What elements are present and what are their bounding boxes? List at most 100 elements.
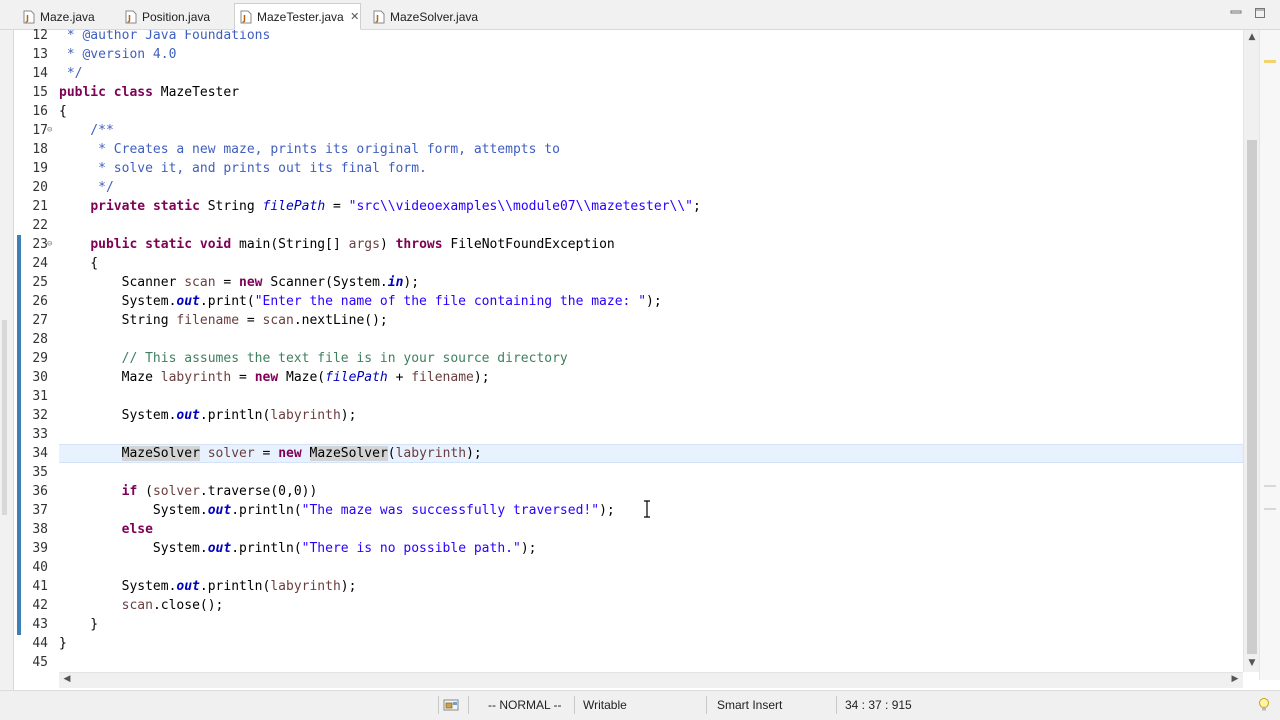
status-bar: -- NORMAL -- Writable Smart Insert 34 : …: [0, 690, 1280, 720]
maximize-icon[interactable]: [1254, 7, 1266, 22]
status-separator: [836, 696, 837, 714]
line-number: 31: [32, 389, 48, 404]
line-number: 12: [32, 28, 48, 43]
insert-mode-status[interactable]: Smart Insert: [717, 691, 782, 719]
java-file-icon: J: [124, 10, 138, 24]
tab-label: MazeTester.java: [257, 9, 344, 24]
line-number: 18: [32, 142, 48, 157]
line-number: 21: [32, 199, 48, 214]
overview-annotation[interactable]: [1264, 508, 1276, 510]
writable-status: Writable: [583, 698, 627, 712]
code-line[interactable]: public class MazeTester: [59, 83, 239, 102]
tab-label: Position.java: [142, 9, 211, 24]
vertical-scrollbar[interactable]: ▲ ▼: [1243, 30, 1259, 672]
overview-annotation[interactable]: [1264, 485, 1276, 487]
tab-mazesolver-java[interactable]: J MazeSolver.java: [368, 4, 478, 29]
line-number: 42: [32, 598, 48, 613]
line-number: 38: [32, 522, 48, 537]
code-line[interactable]: /**: [59, 121, 114, 140]
line-number: 19: [32, 161, 48, 176]
line-number: 30: [32, 370, 48, 385]
code-line[interactable]: System.out.println(labyrinth);: [59, 406, 357, 425]
code-line[interactable]: MazeSolver solver = new MazeSolver(labyr…: [59, 444, 482, 463]
status-separator: [468, 696, 469, 714]
line-number: 15: [32, 85, 48, 100]
code-line[interactable]: */: [59, 178, 114, 197]
java-file-icon: J: [22, 10, 36, 24]
line-number: 34: [32, 446, 48, 461]
code-line[interactable]: scan.close();: [59, 596, 224, 615]
fold-collapse-icon[interactable]: ⊖: [47, 239, 52, 249]
editor-tab-bar: J Maze.java J Position.java J MazeTester…: [0, 0, 1280, 30]
tab-label: MazeSolver.java: [390, 9, 479, 24]
code-line[interactable]: private static String filePath = "src\\v…: [59, 197, 701, 216]
code-line[interactable]: * @author Java Foundations: [59, 30, 271, 45]
code-line[interactable]: if (solver.traverse(0,0)): [59, 482, 318, 501]
line-number: 25: [32, 275, 48, 290]
horizontal-scrollbar[interactable]: ◀ ▶: [59, 672, 1243, 688]
code-line[interactable]: * solve it, and prints out its final for…: [59, 159, 427, 178]
code-editor[interactable]: * @author Java Foundations * @version 4.…: [59, 30, 1243, 680]
side-panel-strip: [0, 30, 14, 690]
code-line[interactable]: {: [59, 102, 67, 121]
code-line[interactable]: String filename = scan.nextLine();: [59, 311, 388, 330]
code-line[interactable]: System.out.println("The maze was success…: [59, 501, 615, 520]
line-number: 37: [32, 503, 48, 518]
line-number: 40: [32, 560, 48, 575]
code-line[interactable]: else: [59, 520, 153, 539]
code-line[interactable]: public static void main(String[] args) t…: [59, 235, 614, 254]
line-number: 22: [32, 218, 48, 233]
code-line[interactable]: }: [59, 634, 67, 653]
code-line[interactable]: System.out.println(labyrinth);: [59, 577, 357, 596]
svg-text:J: J: [127, 14, 131, 23]
line-number: 36: [32, 484, 48, 499]
tab-position-java[interactable]: J Position.java: [120, 4, 210, 29]
scroll-down-icon[interactable]: ▼: [1244, 658, 1260, 668]
line-number: 32: [32, 408, 48, 423]
line-number: 20: [32, 180, 48, 195]
status-separator: [438, 696, 439, 714]
code-line[interactable]: Maze labyrinth = new Maze(filePath + fil…: [59, 368, 490, 387]
scroll-right-icon[interactable]: ▶: [1227, 674, 1243, 684]
cursor-position[interactable]: 34 : 37 : 915: [845, 691, 912, 719]
code-line[interactable]: }: [59, 615, 98, 634]
text-cursor-icon: [643, 500, 651, 518]
java-file-icon: J: [372, 10, 386, 24]
close-icon[interactable]: ✕: [350, 10, 360, 23]
line-number: 45: [32, 655, 48, 670]
scroll-left-icon[interactable]: ◀: [59, 674, 75, 684]
code-line[interactable]: // This assumes the text file is in your…: [59, 349, 568, 368]
tab-mazetester-java[interactable]: J MazeTester.java ✕: [234, 3, 361, 30]
scroll-up-icon[interactable]: ▲: [1244, 32, 1260, 42]
code-line[interactable]: * @version 4.0: [59, 45, 177, 64]
line-number: 26: [32, 294, 48, 309]
code-line[interactable]: */: [59, 64, 83, 83]
code-line[interactable]: System.out.println("There is no possible…: [59, 539, 537, 558]
line-number: 17: [32, 123, 48, 138]
code-line[interactable]: * Creates a new maze, prints its origina…: [59, 140, 560, 159]
line-number: 29: [32, 351, 48, 366]
readonly-lock-icon[interactable]: [443, 691, 461, 719]
line-number: 35: [32, 465, 48, 480]
line-number: 24: [32, 256, 48, 271]
status-separator: [706, 696, 707, 714]
line-number: 23: [32, 237, 48, 252]
svg-text:J: J: [242, 14, 246, 23]
code-line[interactable]: Scanner scan = new Scanner(System.in);: [59, 273, 419, 292]
svg-text:J: J: [375, 14, 379, 23]
line-number: 41: [32, 579, 48, 594]
line-number: 28: [32, 332, 48, 347]
overview-ruler[interactable]: [1259, 30, 1280, 680]
overview-annotation[interactable]: [1264, 60, 1276, 63]
lightbulb-icon[interactable]: [1258, 691, 1270, 719]
code-line[interactable]: System.out.print("Enter the name of the …: [59, 292, 662, 311]
code-line[interactable]: {: [59, 254, 98, 273]
tab-label: Maze.java: [40, 9, 95, 24]
fold-collapse-icon[interactable]: ⊖: [47, 125, 52, 135]
line-number: 14: [32, 66, 48, 81]
minimize-icon[interactable]: [1230, 7, 1242, 20]
status-separator: [574, 696, 575, 714]
vim-mode-label: -- NORMAL --: [488, 698, 562, 712]
line-number: 16: [32, 104, 48, 119]
vertical-scroll-thumb[interactable]: [1247, 140, 1257, 654]
